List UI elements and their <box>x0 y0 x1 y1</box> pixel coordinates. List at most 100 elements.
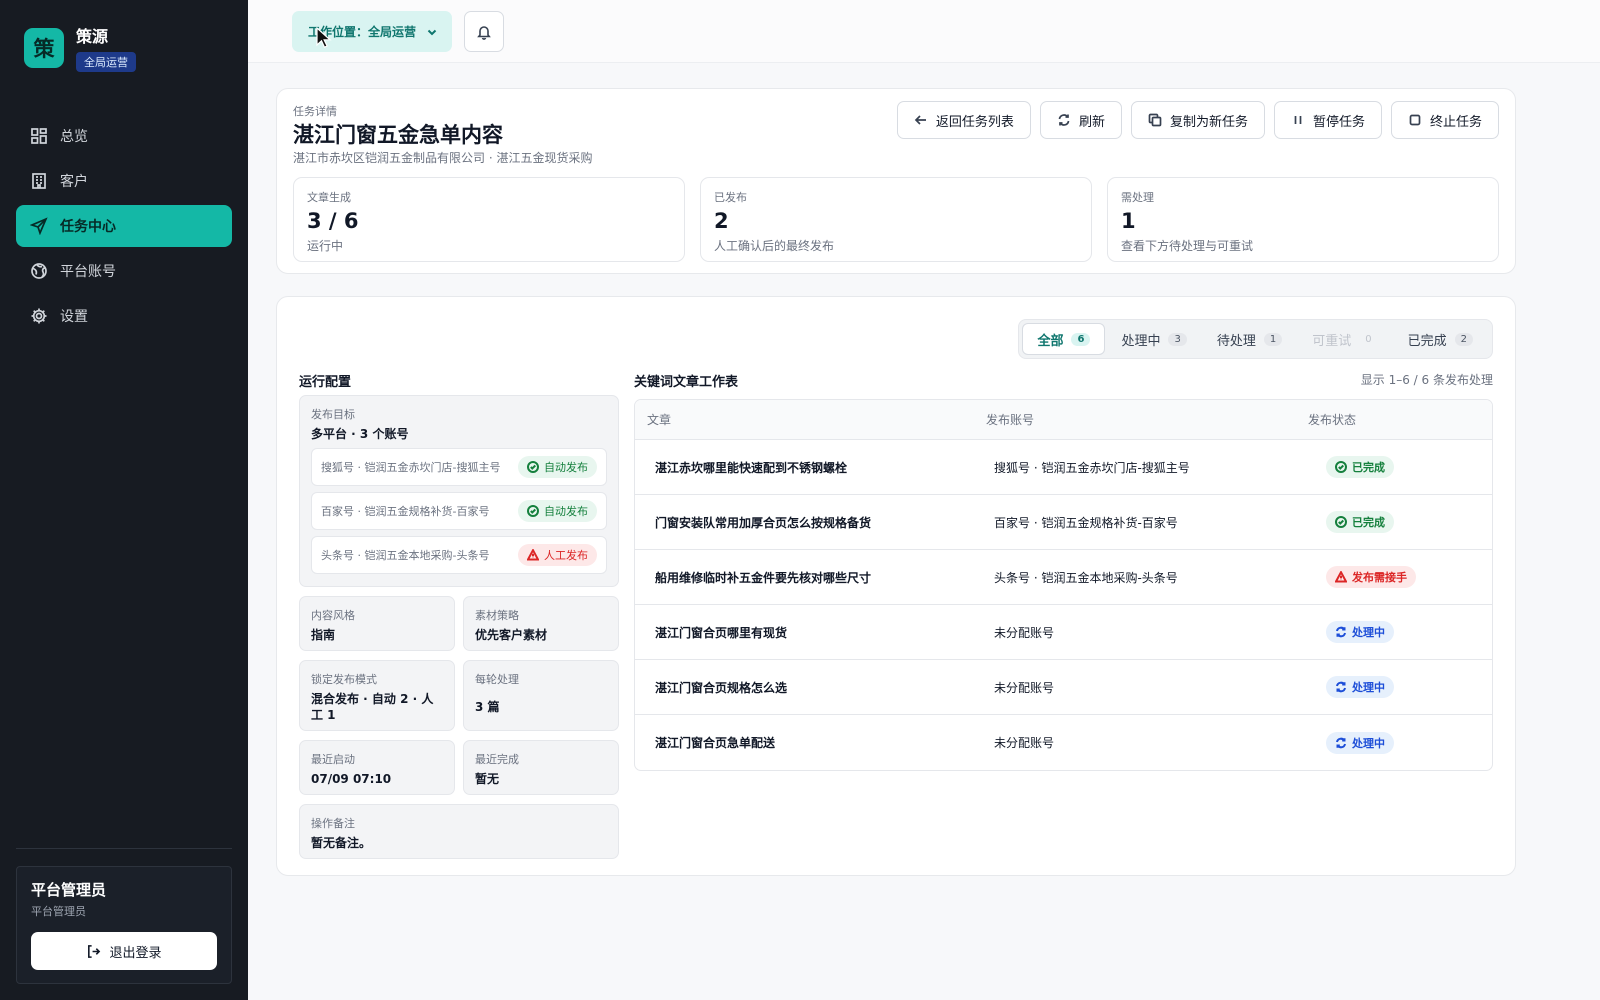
keyword-article-table: 文章 发布账号 发布状态 湛江赤坎哪里能快速配到不锈钢螺栓 搜狐号 · 铠润五金… <box>634 399 1493 771</box>
arrow-left-icon <box>914 115 926 125</box>
publish-account: 头条号 · 铠润五金本地采购-头条号 <box>994 570 1178 585</box>
status-badge: 处理中 <box>1326 676 1394 698</box>
pause-task-label: 暂停任务 <box>1312 114 1365 130</box>
table-header: 文章 发布账号 发布状态 <box>635 400 1492 440</box>
table-row[interactable]: 湛江赤坎哪里能快速配到不锈钢螺栓 搜狐号 · 铠润五金赤坎门店-搜狐主号 已完成 <box>635 440 1492 495</box>
tab-completed[interactable]: 已完成 2 <box>1394 323 1487 355</box>
chevron-down-icon <box>427 29 437 35</box>
sidebar-item-label: 客户 <box>60 174 88 190</box>
tab-all[interactable]: 全部 6 <box>1022 323 1106 355</box>
status-label: 已完成 <box>1352 516 1385 529</box>
table-row[interactable]: 湛江门窗合页急单配送 未分配账号 处理中 <box>635 715 1492 770</box>
user-role: 平台管理员 <box>31 905 86 918</box>
sidebar-item-task-center[interactable]: 任务中心 <box>16 205 232 247</box>
column-header-article[interactable]: 文章 <box>635 411 982 428</box>
task-actions: 返回任务列表 刷新 复制为新任务 暂停任务 终止任务 <box>888 101 1499 139</box>
publish-account: 搜狐号 · 铠润五金赤坎门店-搜狐主号 <box>994 460 1190 475</box>
page-eyebrow: 任务详情 <box>293 105 337 118</box>
config-label: 最近启动 <box>311 753 355 766</box>
page-subtitle: 湛江市赤坎区铠润五金制品有限公司 · 湛江五金现货采购 <box>293 151 593 165</box>
status-badge: 处理中 <box>1326 731 1394 754</box>
config-label: 操作备注 <box>311 817 355 830</box>
sidebar-item-platform-accounts[interactable]: 平台账号 <box>16 250 232 292</box>
stat-card-needs-action: 需处理 1 查看下方待处理与可重试 <box>1107 177 1499 262</box>
table-row[interactable]: 门窗安装队常用加厚合页怎么按规格备货 百家号 · 铠润五金规格补货-百家号 已完… <box>635 495 1492 550</box>
stop-task-label: 终止任务 <box>1429 114 1482 130</box>
manual-publish-badge: 人工发布 <box>518 544 597 566</box>
status-label: 发布需接手 <box>1352 571 1407 584</box>
sidebar-divider <box>16 848 232 849</box>
check-circle-icon <box>1335 461 1347 473</box>
status-badge: 发布需接手 <box>1326 566 1416 588</box>
material-strategy-box: 素材策略 优先客户素材 <box>463 596 619 651</box>
table-row[interactable]: 湛江门窗合页哪里有现货 未分配账号 处理中 <box>635 605 1492 660</box>
stat-note: 运行中 <box>307 239 344 253</box>
sidebar-item-label: 总览 <box>60 129 88 145</box>
config-label: 发布目标 <box>311 408 355 421</box>
brand-name: 策源 <box>76 27 109 46</box>
config-value: 3 篇 <box>475 700 500 714</box>
sidebar-item-overview[interactable]: 总览 <box>16 115 232 157</box>
tab-pending[interactable]: 待处理 1 <box>1203 323 1296 355</box>
publish-account: 百家号 · 铠润五金规格补货-百家号 <box>994 515 1178 530</box>
target-account-name: 搜狐号 · 铠润五金赤坎门店-搜狐主号 <box>321 460 501 474</box>
tab-processing[interactable]: 处理中 3 <box>1107 323 1200 355</box>
check-circle-icon <box>527 461 539 473</box>
task-stats: 文章生成 3 / 6 运行中 已发布 2 人工确认后的最终发布 需处理 1 查看… <box>293 177 1499 262</box>
tab-label: 已完成 <box>1407 333 1447 349</box>
top-bar: 工作位置：全局运营 <box>248 0 1600 63</box>
tab-label: 全部 <box>1037 333 1064 349</box>
tab-retryable[interactable]: 可重试 0 <box>1298 323 1391 355</box>
stop-icon <box>1409 114 1421 126</box>
content-style-box: 内容风格 指南 <box>299 596 455 651</box>
copy-icon <box>1148 113 1162 127</box>
worksheet-title: 关键词文章工作表 <box>634 375 739 390</box>
sidebar-item-settings[interactable]: 设置 <box>16 295 232 337</box>
send-icon <box>30 217 48 235</box>
stat-label: 文章生成 <box>307 191 351 204</box>
operation-note-box: 操作备注 暂无备注。 <box>299 804 619 859</box>
auto-publish-badge: 自动发布 <box>518 456 597 478</box>
tab-label: 待处理 <box>1216 333 1256 349</box>
grid-icon <box>31 128 47 144</box>
config-value: 多平台 · 3 个账号 <box>311 427 409 441</box>
publish-mode-label: 自动发布 <box>544 461 588 474</box>
sidebar-item-label: 平台账号 <box>60 264 116 280</box>
copy-as-new-task-button[interactable]: 复制为新任务 <box>1130 101 1265 139</box>
stop-task-button[interactable]: 终止任务 <box>1390 101 1499 139</box>
pause-task-button[interactable]: 暂停任务 <box>1273 101 1382 139</box>
refresh-icon <box>1336 681 1346 693</box>
bell-icon <box>477 25 491 40</box>
back-to-list-button[interactable]: 返回任务列表 <box>896 101 1031 139</box>
table-row[interactable]: 湛江门窗合页规格怎么选 未分配账号 处理中 <box>635 660 1492 715</box>
refresh-icon <box>1336 737 1346 748</box>
config-value: 混合发布 · 自动 2 · 人工 1 <box>311 692 434 722</box>
sidebar-item-customers[interactable]: 客户 <box>16 160 232 202</box>
notifications-button[interactable] <box>464 11 504 52</box>
table-row[interactable]: 船用维修临时补五金件要先核对哪些尺寸 头条号 · 铠润五金本地采购-头条号 发布… <box>635 550 1492 605</box>
refresh-label: 刷新 <box>1078 114 1105 130</box>
stat-card-articles: 文章生成 3 / 6 运行中 <box>293 177 685 262</box>
target-account-name: 百家号 · 铠润五金规格补货-百家号 <box>321 504 490 518</box>
stat-card-published: 已发布 2 人工确认后的最终发布 <box>700 177 1092 262</box>
back-to-list-label: 返回任务列表 <box>935 114 1014 130</box>
pagination-summary: 显示 1–6 / 6 条发布处理 <box>1360 373 1493 387</box>
tab-label: 可重试 <box>1312 333 1352 349</box>
logout-button[interactable]: 退出登录 <box>31 932 217 970</box>
sidebar-item-label: 任务中心 <box>60 219 116 235</box>
copy-as-new-task-label: 复制为新任务 <box>1169 114 1248 130</box>
refresh-button[interactable]: 刷新 <box>1039 101 1122 139</box>
config-value: 优先客户素材 <box>475 628 548 642</box>
logout-label: 退出登录 <box>109 945 162 961</box>
refresh-icon <box>1058 114 1070 126</box>
run-config-panel: 发布目标 多平台 · 3 个账号 搜狐号 · 铠润五金赤坎门店-搜狐主号 自动发… <box>299 395 619 859</box>
column-header-account[interactable]: 发布账号 <box>982 411 1308 428</box>
tab-count: 2 <box>1454 332 1473 346</box>
column-header-status[interactable]: 发布状态 <box>1308 411 1356 428</box>
config-label: 素材策略 <box>475 609 519 622</box>
article-title: 湛江门窗合页哪里有现货 <box>655 625 788 640</box>
status-label: 已完成 <box>1352 461 1385 474</box>
refresh-icon <box>1336 626 1346 638</box>
config-section-title: 运行配置 <box>299 375 352 390</box>
config-label: 每轮处理 <box>475 673 519 686</box>
